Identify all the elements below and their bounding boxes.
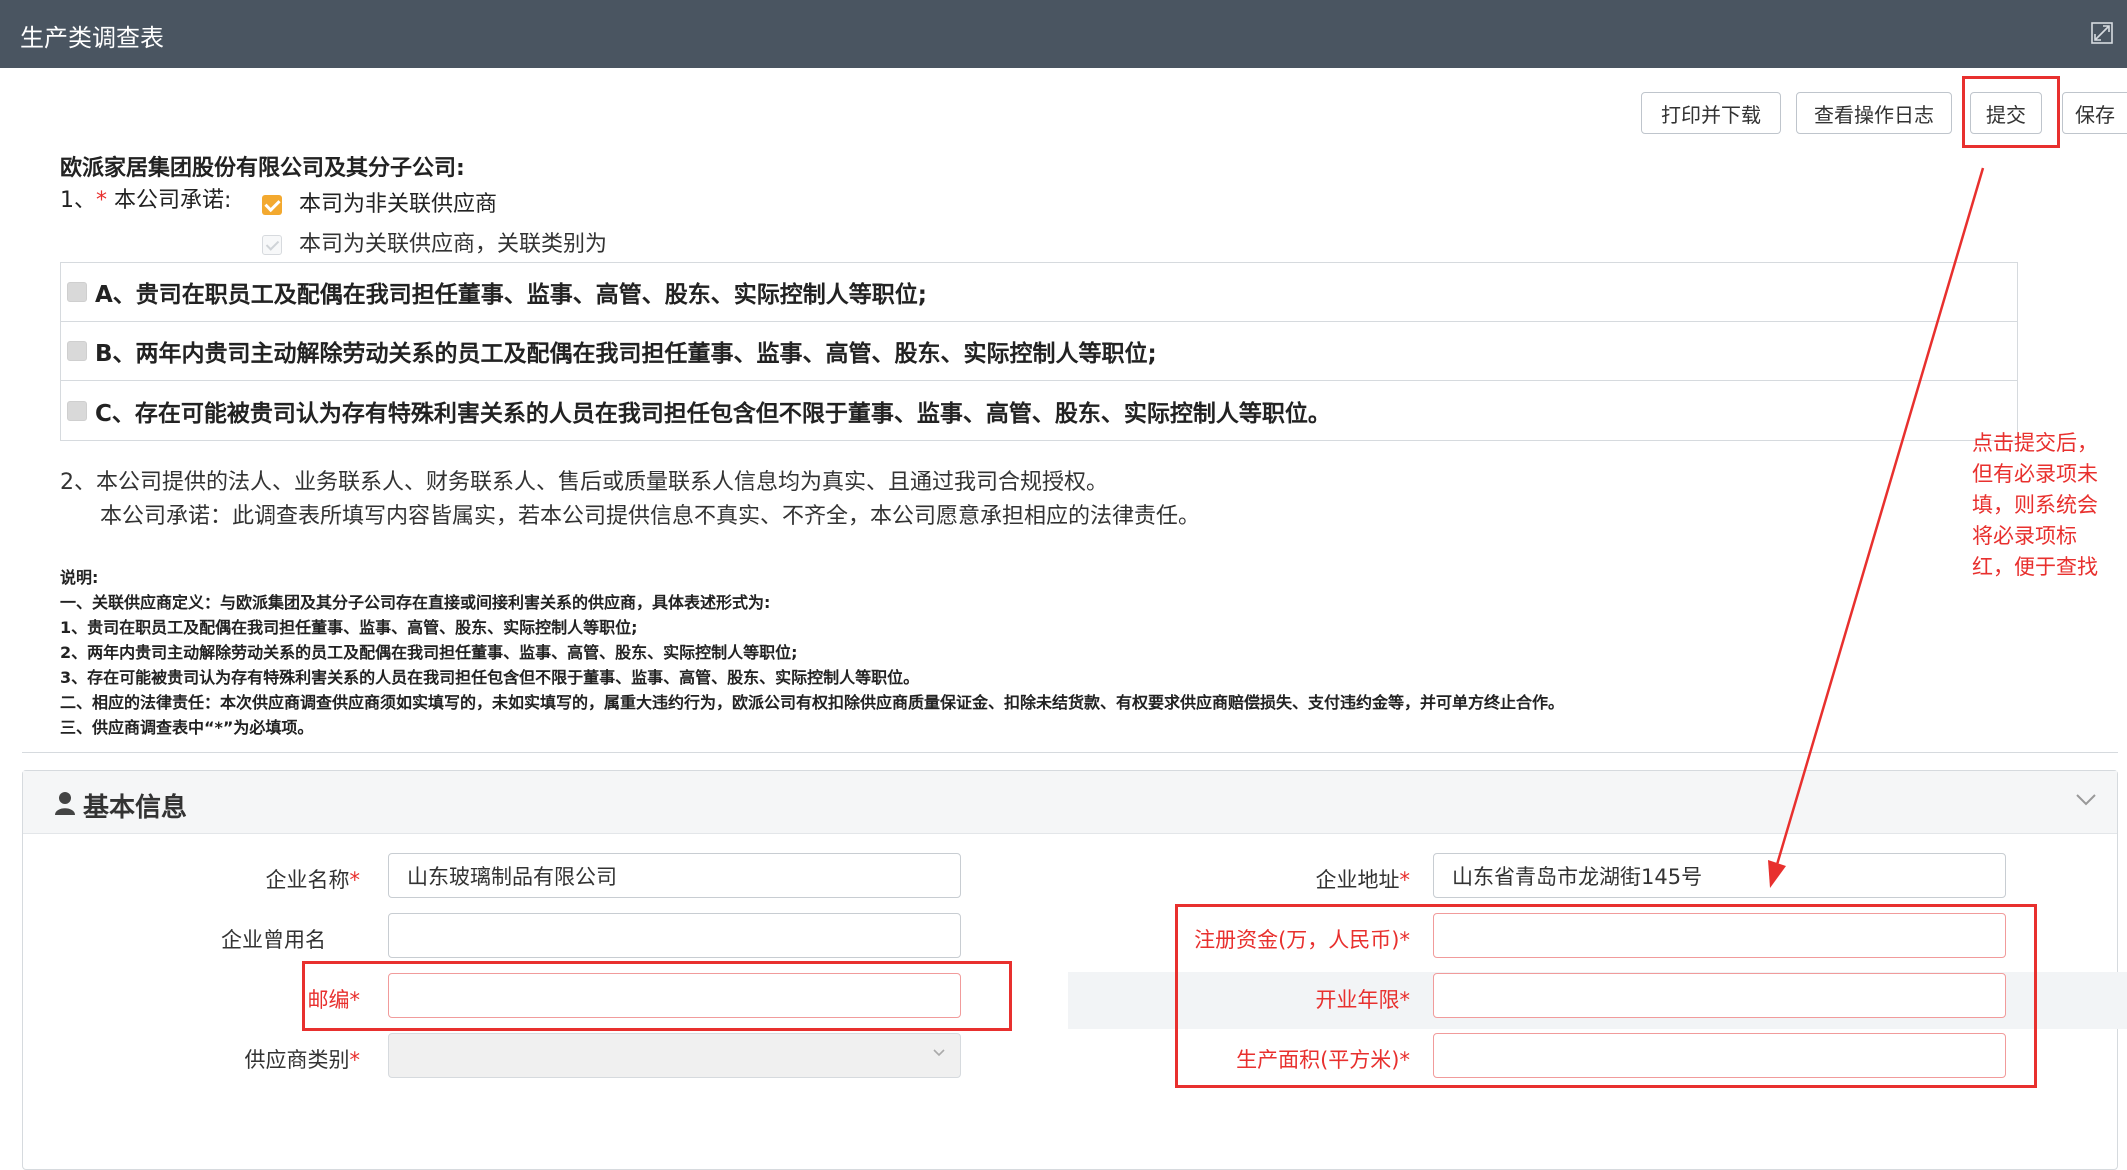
annotation-arrow-icon [1768, 167, 1985, 888]
